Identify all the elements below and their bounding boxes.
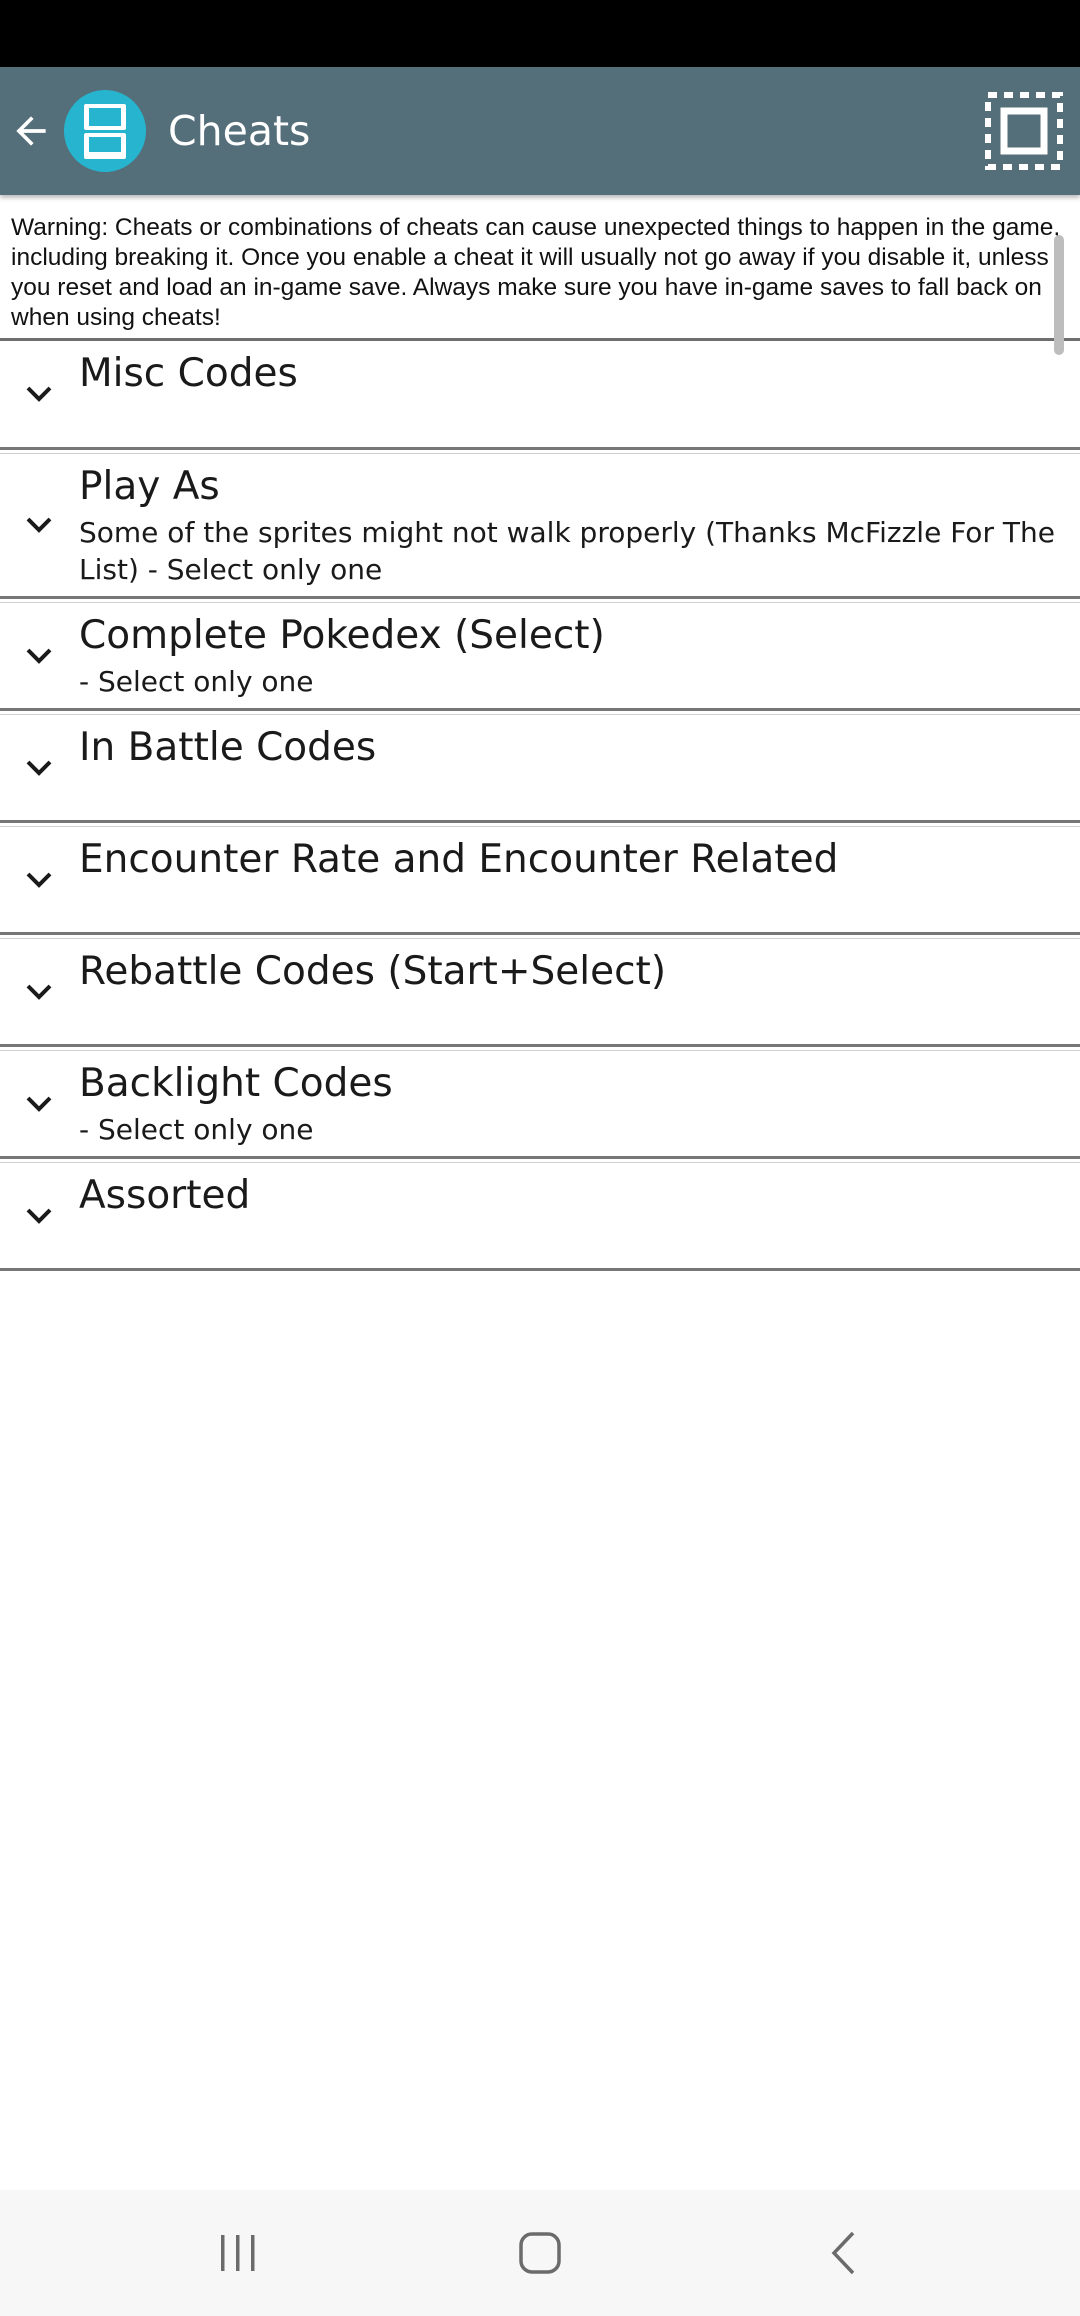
chevron-down-icon [22, 939, 56, 1044]
chevron-down-icon [22, 1163, 56, 1268]
chevron-down-icon [22, 454, 56, 596]
category-misc-codes[interactable]: Misc Codes [0, 341, 1080, 450]
scrollbar[interactable] [1054, 235, 1064, 355]
back-chevron-icon [831, 2231, 855, 2275]
chevron-down-icon [22, 827, 56, 932]
category-in-battle-codes[interactable]: In Battle Codes [0, 714, 1080, 823]
back-button[interactable] [0, 87, 62, 175]
category-description: - Select only one [79, 1113, 314, 1146]
category-play-as[interactable]: Play As Some of the sprites might not wa… [0, 453, 1080, 599]
system-back-button[interactable] [783, 2218, 903, 2288]
category-title: Encounter Rate and Encounter Related [79, 837, 839, 882]
category-title: Backlight Codes [79, 1061, 393, 1106]
nintendo-ds-icon [64, 90, 146, 172]
warning-text: Warning: Cheats or combinations of cheat… [0, 213, 1080, 341]
category-encounter-rate[interactable]: Encounter Rate and Encounter Related [0, 826, 1080, 935]
chevron-down-icon [22, 715, 56, 820]
category-backlight-codes[interactable]: Backlight Codes - Select only one [0, 1050, 1080, 1159]
category-title: Complete Pokedex (Select) [79, 613, 605, 658]
category-description: Some of the sprites might not walk prope… [79, 516, 1055, 586]
home-button[interactable] [480, 2218, 600, 2288]
app-bar: Cheats [0, 67, 1080, 195]
page-title: Cheats [168, 107, 311, 155]
category-rebattle-codes[interactable]: Rebattle Codes (Start+Select) [0, 938, 1080, 1047]
arrow-back-icon [16, 116, 46, 146]
cheats-content[interactable]: Warning: Cheats or combinations of cheat… [0, 195, 1080, 2190]
category-list: Misc Codes Play As Some of the sprites m… [0, 341, 1080, 1271]
system-nav-bar [0, 2190, 1080, 2316]
select-all-button[interactable] [982, 89, 1066, 173]
category-title: Rebattle Codes (Start+Select) [79, 949, 667, 994]
select-all-icon [985, 92, 1063, 170]
category-title: In Battle Codes [79, 725, 377, 770]
category-assorted[interactable]: Assorted [0, 1162, 1080, 1271]
status-bar [0, 0, 1080, 67]
category-title: Misc Codes [79, 351, 298, 396]
category-description: - Select only one [79, 665, 314, 698]
category-title: Play As [79, 464, 220, 509]
chevron-down-icon [22, 341, 56, 447]
chevron-down-icon [22, 1051, 56, 1156]
recents-icon [221, 2235, 255, 2271]
recents-button[interactable] [178, 2218, 298, 2288]
category-complete-pokedex[interactable]: Complete Pokedex (Select) - Select only … [0, 602, 1080, 711]
category-title: Assorted [79, 1173, 251, 1218]
chevron-down-icon [22, 603, 56, 708]
home-icon [519, 2232, 561, 2274]
